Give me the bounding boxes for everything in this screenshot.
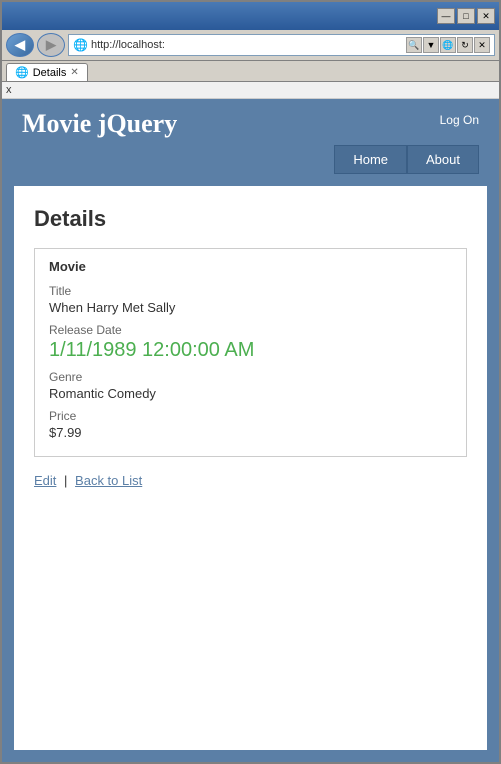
address-bar: 🌐 http://localhost: 🔍 ▼ 🌐 ↻ ✕	[68, 34, 495, 56]
browser-toolbar: ◀ ▶ 🌐 http://localhost: 🔍 ▼ 🌐 ↻ ✕	[2, 30, 499, 61]
app-header-top: Movie jQuery Log On	[22, 109, 479, 139]
action-separator: |	[64, 473, 67, 488]
actions: Edit | Back to List	[34, 473, 467, 488]
address-dropdown-icon[interactable]: ▼	[423, 37, 439, 53]
active-tab[interactable]: 🌐 Details ✕	[6, 63, 88, 81]
address-stop-icon[interactable]: ✕	[474, 37, 490, 53]
tab-favicon-icon: 🌐	[15, 66, 29, 79]
address-search-icon[interactable]: 🔍	[406, 37, 422, 53]
price-value: $7.99	[49, 425, 452, 440]
title-bar-buttons: — □ ✕	[437, 8, 495, 24]
details-box-title: Movie	[49, 259, 452, 274]
genre-label: Genre	[49, 370, 452, 384]
browser-content: Movie jQuery Log On Home About Details M…	[2, 99, 499, 762]
close-button[interactable]: ✕	[477, 8, 495, 24]
back-button[interactable]: ◀	[6, 33, 34, 57]
address-favicon2-icon: 🌐	[440, 37, 456, 53]
address-refresh-icon[interactable]: ↻	[457, 37, 473, 53]
close-x-button[interactable]: x	[6, 84, 12, 96]
edit-link[interactable]: Edit	[34, 473, 56, 488]
genre-value: Romantic Comedy	[49, 386, 452, 401]
address-actions: 🔍 ▼ 🌐 ↻ ✕	[406, 37, 490, 53]
forward-button[interactable]: ▶	[37, 33, 65, 57]
page-title: Details	[34, 206, 467, 232]
nav-about[interactable]: About	[407, 145, 479, 174]
main-content: Details Movie Title When Harry Met Sally…	[14, 186, 487, 750]
release-date-value: 1/11/1989 12:00:00 AM	[49, 339, 452, 362]
maximize-button[interactable]: □	[457, 8, 475, 24]
tab-bar: 🌐 Details ✕	[2, 61, 499, 82]
nav-menu: Home About	[22, 145, 479, 174]
tab-close-icon[interactable]: ✕	[70, 67, 78, 78]
address-text[interactable]: http://localhost:	[91, 39, 403, 51]
tab-title: Details	[33, 67, 67, 79]
log-on-link[interactable]: Log On	[440, 109, 479, 127]
release-date-label: Release Date	[49, 323, 452, 337]
price-label: Price	[49, 409, 452, 423]
close-bar: x	[2, 82, 499, 99]
minimize-button[interactable]: —	[437, 8, 455, 24]
app-title: Movie jQuery	[22, 109, 177, 139]
window-frame: — □ ✕ ◀ ▶ 🌐 http://localhost: 🔍 ▼ 🌐 ↻ ✕ …	[0, 0, 501, 764]
title-value: When Harry Met Sally	[49, 300, 452, 315]
nav-home[interactable]: Home	[334, 145, 407, 174]
address-favicon-icon: 🌐	[73, 38, 88, 52]
title-bar: — □ ✕	[2, 2, 499, 30]
details-box: Movie Title When Harry Met Sally Release…	[34, 248, 467, 457]
title-label: Title	[49, 284, 452, 298]
back-to-list-link[interactable]: Back to List	[75, 473, 142, 488]
app-header: Movie jQuery Log On Home About	[2, 99, 499, 174]
